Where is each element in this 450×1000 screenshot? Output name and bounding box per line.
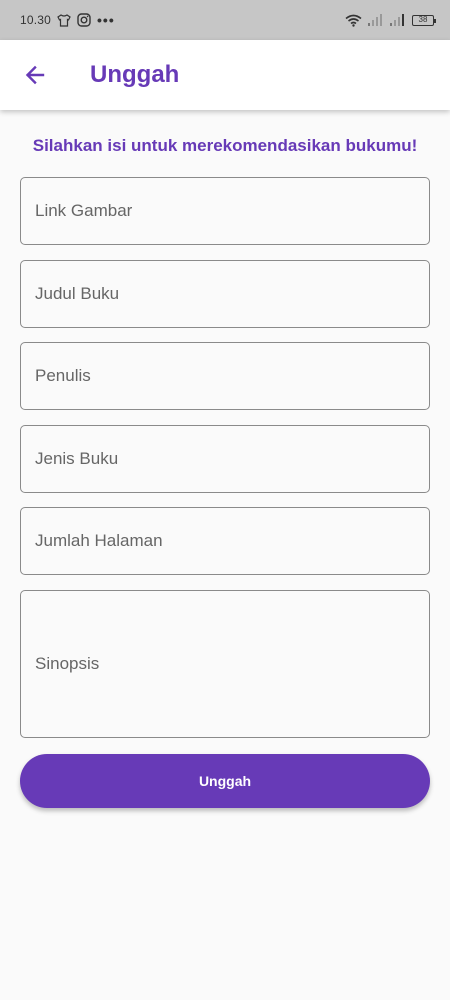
status-bar: 10.30 ••• 38 xyxy=(0,0,450,40)
synopsis-placeholder: Sinopsis xyxy=(35,654,100,673)
more-notifications-icon: ••• xyxy=(97,12,115,28)
instagram-icon xyxy=(77,13,91,27)
signal-2-icon xyxy=(390,14,406,26)
page-count-field[interactable]: Jumlah Halaman xyxy=(20,507,430,575)
arrow-left-icon xyxy=(23,63,47,87)
synopsis-field[interactable]: Sinopsis xyxy=(20,590,430,738)
upload-button[interactable]: Unggah xyxy=(20,754,430,808)
image-link-field[interactable]: Link Gambar xyxy=(20,177,430,245)
book-type-field[interactable]: Jenis Buku xyxy=(20,425,430,493)
author-placeholder: Penulis xyxy=(35,366,91,385)
book-title-field[interactable]: Judul Buku xyxy=(20,260,430,328)
status-time: 10.30 xyxy=(20,13,52,27)
back-button[interactable] xyxy=(15,55,55,95)
page-title: Unggah xyxy=(90,61,180,88)
wifi-icon xyxy=(345,14,362,27)
signal-1-icon xyxy=(368,14,384,26)
status-right: 38 xyxy=(345,14,436,27)
upload-button-label: Unggah xyxy=(198,773,252,789)
author-field[interactable]: Penulis xyxy=(20,342,430,410)
tshirt-icon xyxy=(57,13,71,27)
form-instruction: Silahkan isi untuk merekomendasikan buku… xyxy=(32,136,418,155)
page-count-placeholder: Jumlah Halaman xyxy=(35,531,163,550)
image-link-placeholder: Link Gambar xyxy=(35,201,133,220)
battery-icon: 38 xyxy=(412,14,436,26)
status-left: 10.30 ••• xyxy=(20,12,115,28)
app-bar: Unggah xyxy=(0,40,450,110)
book-type-placeholder: Jenis Buku xyxy=(35,449,119,468)
book-title-placeholder: Judul Buku xyxy=(35,284,120,303)
